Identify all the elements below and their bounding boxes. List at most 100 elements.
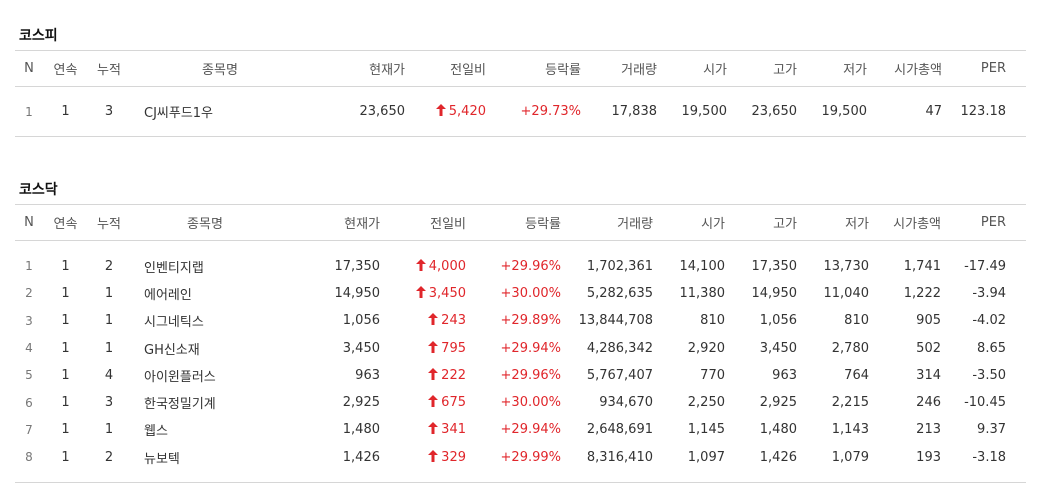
table-row: 6 1 3 한국정밀기계 2,925 675 +30.00% 934,670 2… — [15, 389, 1026, 416]
open-price: 14,100 — [679, 258, 726, 274]
current-price: 1,426 — [342, 449, 380, 465]
market-cap: 246 — [916, 395, 941, 411]
up-arrow-icon — [435, 104, 446, 116]
current-price: 1,480 — [342, 422, 380, 438]
stock-name-link[interactable]: 인벤티지랩 — [130, 253, 280, 280]
stock-name-link[interactable]: 아이윈플러스 — [130, 362, 280, 389]
col-header-low[interactable]: 저가 — [797, 50, 867, 87]
up-arrow-icon — [428, 422, 439, 435]
open-price: 2,250 — [687, 395, 725, 411]
col-header-price[interactable]: 현재가 — [280, 204, 380, 241]
total-days: 2 — [104, 449, 114, 465]
col-header-volume[interactable]: 거래량 — [565, 204, 653, 241]
stock-name-link[interactable]: GH신소재 — [130, 334, 280, 361]
per: -3.94 — [972, 285, 1006, 301]
spacer-row — [15, 241, 1026, 253]
col-header-high[interactable]: 고가 — [725, 204, 797, 241]
col-header-open[interactable]: 시가 — [657, 50, 727, 87]
volume: 2,648,691 — [586, 422, 653, 438]
table-row: 7 1 1 웹스 1,480 341 +29.94% 2,648,691 1,1… — [15, 416, 1026, 443]
high-price: 2,925 — [759, 395, 797, 411]
price-change-value: 675 — [441, 395, 466, 411]
col-header-rate[interactable]: 등락률 — [490, 50, 585, 87]
col-header-n[interactable]: N — [15, 204, 43, 241]
table-row: 8 1 2 뉴보텍 1,426 329 +29.99% 8,316,410 1,… — [15, 444, 1026, 471]
col-header-name[interactable]: 종목명 — [130, 204, 280, 241]
open-price: 810 — [700, 313, 725, 329]
change-rate: +29.89% — [500, 313, 561, 329]
up-arrow-icon — [415, 258, 426, 271]
high-price: 23,650 — [751, 104, 798, 119]
market-cap: 905 — [916, 313, 941, 329]
low-price: 764 — [844, 367, 869, 383]
stock-name-link[interactable]: 웹스 — [130, 416, 280, 443]
open-price: 19,500 — [681, 104, 728, 119]
row-number: 4 — [25, 341, 33, 356]
table-row: 1 1 2 인벤티지랩 17,350 4,000 +29.96% 1,702,3… — [15, 253, 1026, 280]
col-header-change[interactable]: 전일비 — [380, 204, 470, 241]
per: 8.65 — [977, 340, 1006, 356]
col-header-open[interactable]: 시가 — [653, 204, 725, 241]
row-number: 1 — [25, 104, 33, 119]
open-price: 1,145 — [687, 422, 725, 438]
price-change: 675 — [380, 389, 470, 416]
stock-name-link[interactable]: 에어레인 — [130, 280, 280, 307]
stock-name-link[interactable]: 뉴보텍 — [130, 444, 280, 471]
total-days: 1 — [104, 422, 114, 438]
col-header-streak[interactable]: 연속 — [43, 50, 88, 87]
col-header-change[interactable]: 전일비 — [405, 50, 490, 87]
total-days: 1 — [104, 313, 114, 329]
volume: 934,670 — [599, 395, 653, 411]
price-change-value: 341 — [441, 422, 466, 438]
col-header-mcap[interactable]: 시가총액 — [867, 50, 942, 87]
low-price: 11,040 — [823, 285, 870, 301]
stock-name-link[interactable]: 한국정밀기계 — [130, 389, 280, 416]
streak-days: 1 — [61, 340, 70, 356]
col-header-high[interactable]: 고가 — [727, 50, 797, 87]
streak-days: 1 — [61, 395, 70, 411]
col-header-low[interactable]: 저가 — [797, 204, 869, 241]
low-price: 1,079 — [831, 449, 869, 465]
col-header-per[interactable]: PER — [941, 204, 1026, 241]
per: -10.45 — [964, 395, 1006, 411]
col-header-total[interactable]: 누적 — [88, 50, 130, 87]
change-rate: +29.96% — [500, 367, 561, 383]
price-change: 222 — [380, 362, 470, 389]
up-arrow-icon — [428, 367, 439, 380]
col-header-volume[interactable]: 거래량 — [585, 50, 657, 87]
streak-days: 1 — [61, 258, 70, 274]
up-arrow-icon — [428, 449, 439, 462]
market-cap: 502 — [916, 340, 941, 356]
price-change: 795 — [380, 334, 470, 361]
price-change-value: 3,450 — [428, 285, 466, 301]
high-price: 1,480 — [759, 422, 797, 438]
col-header-rate[interactable]: 등락률 — [470, 204, 565, 241]
total-days: 1 — [104, 340, 114, 356]
col-header-price[interactable]: 현재가 — [310, 50, 405, 87]
streak-days: 1 — [61, 313, 70, 329]
current-price: 14,950 — [334, 285, 381, 301]
kosdaq-title: 코스닥 — [19, 182, 58, 198]
low-price: 2,215 — [831, 395, 869, 411]
col-header-streak[interactable]: 연속 — [43, 204, 88, 241]
total-days: 3 — [104, 395, 114, 411]
price-change: 4,000 — [380, 253, 470, 280]
table-row: 5 1 4 아이윈플러스 963 222 +29.96% 5,767,407 7… — [15, 362, 1026, 389]
volume: 1,702,361 — [586, 258, 653, 274]
per: -3.50 — [972, 367, 1006, 383]
col-header-mcap[interactable]: 시가총액 — [869, 204, 941, 241]
open-price: 1,097 — [687, 449, 725, 465]
kospi-header-row: N 연속 누적 종목명 현재가 전일비 등락률 거래량 시가 고가 저가 시가총… — [15, 50, 1026, 87]
volume: 13,844,708 — [578, 313, 653, 329]
col-header-per[interactable]: PER — [942, 50, 1026, 87]
col-header-total[interactable]: 누적 — [88, 204, 130, 241]
stock-name-link[interactable]: 시그네틱스 — [130, 307, 280, 334]
price-change-value: 329 — [441, 449, 466, 465]
col-header-name[interactable]: 종목명 — [130, 50, 310, 87]
kospi-table: N 연속 누적 종목명 현재가 전일비 등락률 거래량 시가 고가 저가 시가총… — [15, 50, 1026, 137]
stock-name-link[interactable]: CJ씨푸드1우 — [130, 87, 310, 137]
price-change: 5,420 — [405, 87, 490, 137]
open-price: 11,380 — [679, 285, 726, 301]
col-header-n[interactable]: N — [15, 50, 43, 87]
table-row: 2 1 1 에어레인 14,950 3,450 +30.00% 5,282,63… — [15, 280, 1026, 307]
